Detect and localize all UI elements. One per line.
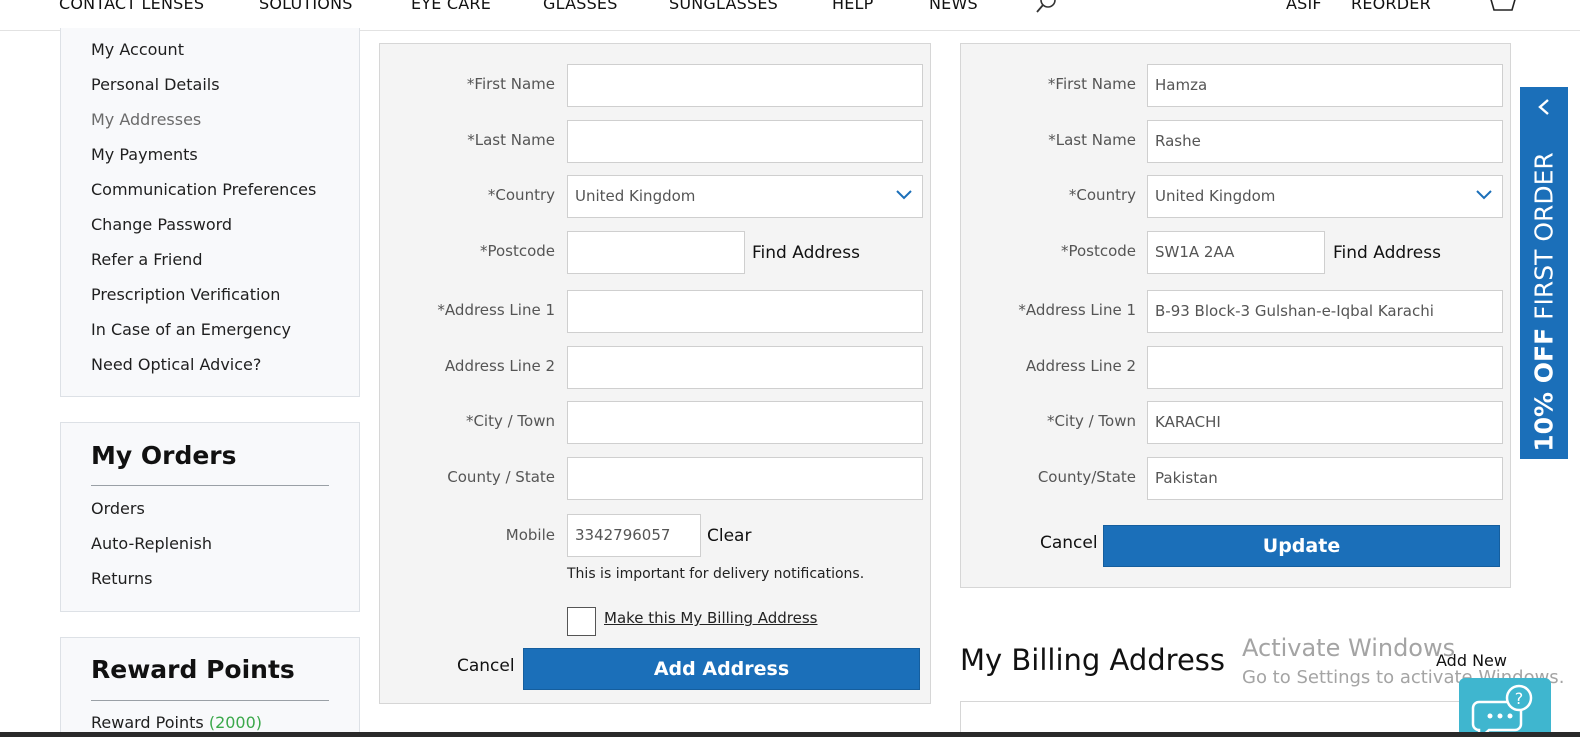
city-input[interactable] [567, 401, 923, 444]
rewards-heading: Reward Points [91, 655, 295, 684]
country-selected-value: United Kingdom [575, 187, 696, 205]
city-label: *City / Town [465, 412, 555, 430]
menu-need-optical-advice[interactable]: Need Optical Advice? [91, 355, 261, 374]
clear-mobile-button[interactable]: Clear [707, 526, 751, 546]
menu-my-addresses[interactable]: My Addresses [91, 110, 201, 129]
rewards-panel: Reward Points Reward Points (2000) [60, 637, 360, 737]
county-label: County / State [447, 468, 555, 486]
nav-news[interactable]: NEWS [929, 0, 978, 13]
edit-cancel-button[interactable]: Cancel [1040, 533, 1098, 553]
menu-my-account[interactable]: My Account [91, 40, 184, 59]
chevron-down-icon [1476, 190, 1492, 200]
address-line2-input[interactable] [567, 346, 923, 389]
rewards-divider [91, 700, 329, 701]
edit-postcode-input[interactable]: SW1A 2AA [1147, 231, 1325, 274]
edit-first-name-label: *First Name [1047, 75, 1136, 93]
edit-county-label: County/State [1037, 468, 1136, 486]
nav-eye-care[interactable]: EYE CARE [411, 0, 491, 13]
menu-refer-a-friend[interactable]: Refer a Friend [91, 250, 202, 269]
edit-address-line1-input[interactable]: B-93 Block-3 Gulshan-e-Iqbal Karachi [1147, 290, 1503, 333]
mobile-label: Mobile [505, 526, 555, 544]
reward-points-count: (2000) [208, 713, 263, 732]
mobile-hint: This is important for delivery notificat… [567, 566, 865, 582]
nav-glasses[interactable]: GLASSES [543, 0, 618, 13]
add-address-button[interactable]: Add Address [523, 648, 920, 690]
menu-returns[interactable]: Returns [91, 569, 152, 588]
edit-last-name-label: *Last Name [1048, 131, 1136, 149]
edit-city-label: *City / Town [1046, 412, 1136, 430]
bottom-scroll-strip [0, 732, 1580, 737]
last-name-label: *Last Name [467, 131, 555, 149]
chat-bubble-icon: ? [1471, 684, 1533, 737]
promo-label: FIRST ORDER [1529, 152, 1559, 320]
address-line1-input[interactable] [567, 290, 923, 333]
top-navigation: CONTACT LENSES SOLUTIONS EYE CARE GLASSE… [0, 0, 1580, 31]
nav-help[interactable]: HELP [832, 0, 874, 13]
chevron-left-icon[interactable] [1534, 97, 1554, 117]
menu-personal-details[interactable]: Personal Details [91, 75, 220, 94]
edit-address-form: *First Name Hamza *Last Name Rashe *Coun… [960, 43, 1511, 588]
menu-auto-replenish[interactable]: Auto-Replenish [91, 534, 212, 553]
reorder-link[interactable]: REORDER [1351, 0, 1431, 13]
edit-address-line1-label: *Address Line 1 [1018, 301, 1136, 319]
edit-county-input[interactable]: Pakistan [1147, 457, 1503, 500]
menu-my-payments[interactable]: My Payments [91, 145, 198, 164]
cart-icon[interactable] [1478, 0, 1518, 16]
promo-text: 10% OFF FIRST ORDER [1530, 152, 1559, 452]
edit-country-select[interactable]: United Kingdom [1147, 175, 1503, 218]
search-icon[interactable] [1034, 0, 1058, 16]
edit-first-name-input[interactable]: Hamza [1147, 64, 1503, 107]
reward-points-label: Reward Points [91, 713, 204, 732]
nav-solutions[interactable]: SOLUTIONS [259, 0, 353, 13]
cancel-button[interactable]: Cancel [457, 656, 515, 676]
address-line2-label: Address Line 2 [444, 357, 555, 375]
svg-text:?: ? [1515, 689, 1524, 708]
billing-address-checkbox-label[interactable]: Make this My Billing Address [604, 609, 818, 627]
menu-change-password[interactable]: Change Password [91, 215, 232, 234]
account-menu: My Account Personal Details My Addresses… [60, 28, 360, 397]
edit-country-label: *Country [1068, 186, 1136, 204]
menu-in-case-of-emergency[interactable]: In Case of an Emergency [91, 320, 291, 339]
postcode-label: *Postcode [479, 242, 555, 260]
country-label: *Country [487, 186, 555, 204]
activation-watermark-title: Activate Windows [1242, 634, 1456, 662]
find-address-button[interactable]: Find Address [752, 243, 860, 263]
first-order-promo-tab[interactable]: 10% OFF FIRST ORDER [1520, 87, 1568, 459]
edit-last-name-input[interactable]: Rashe [1147, 120, 1503, 163]
reward-points-link[interactable]: Reward Points (2000) [91, 713, 262, 732]
country-select[interactable]: United Kingdom [567, 175, 923, 218]
promo-discount: 10% OFF [1529, 327, 1559, 452]
update-button[interactable]: Update [1103, 525, 1500, 567]
billing-address-checkbox[interactable] [567, 607, 596, 636]
edit-country-selected-value: United Kingdom [1155, 187, 1276, 205]
menu-prescription-verification[interactable]: Prescription Verification [91, 285, 280, 304]
chat-widget[interactable]: ? [1459, 678, 1551, 737]
billing-address-heading: My Billing Address [960, 643, 1226, 677]
menu-communication-preferences[interactable]: Communication Preferences [91, 180, 316, 199]
edit-address-line2-input[interactable] [1147, 346, 1503, 389]
nav-sunglasses[interactable]: SUNGLASSES [669, 0, 778, 13]
orders-divider [91, 485, 329, 486]
new-address-form: *First Name *Last Name *Country United K… [379, 43, 931, 704]
orders-menu: My Orders Orders Auto-Replenish Returns [60, 422, 360, 612]
edit-city-input[interactable]: KARACHI [1147, 401, 1503, 444]
edit-address-line2-label: Address Line 2 [1025, 357, 1136, 375]
last-name-input[interactable] [567, 120, 923, 163]
orders-heading: My Orders [91, 441, 237, 470]
first-name-input[interactable] [567, 64, 923, 107]
edit-postcode-label: *Postcode [1060, 242, 1136, 260]
user-account-link[interactable]: ASIF [1286, 0, 1322, 13]
first-name-label: *First Name [466, 75, 555, 93]
postcode-input[interactable] [567, 231, 745, 274]
menu-orders[interactable]: Orders [91, 499, 145, 518]
mobile-input[interactable]: 3342796057 [567, 514, 701, 557]
edit-find-address-button[interactable]: Find Address [1333, 243, 1441, 263]
cart-count-badge [1478, 0, 1480, 2]
address-line1-label: *Address Line 1 [437, 301, 555, 319]
nav-contact-lenses[interactable]: CONTACT LENSES [59, 0, 204, 13]
county-input[interactable] [567, 457, 923, 500]
chevron-down-icon [896, 190, 912, 200]
